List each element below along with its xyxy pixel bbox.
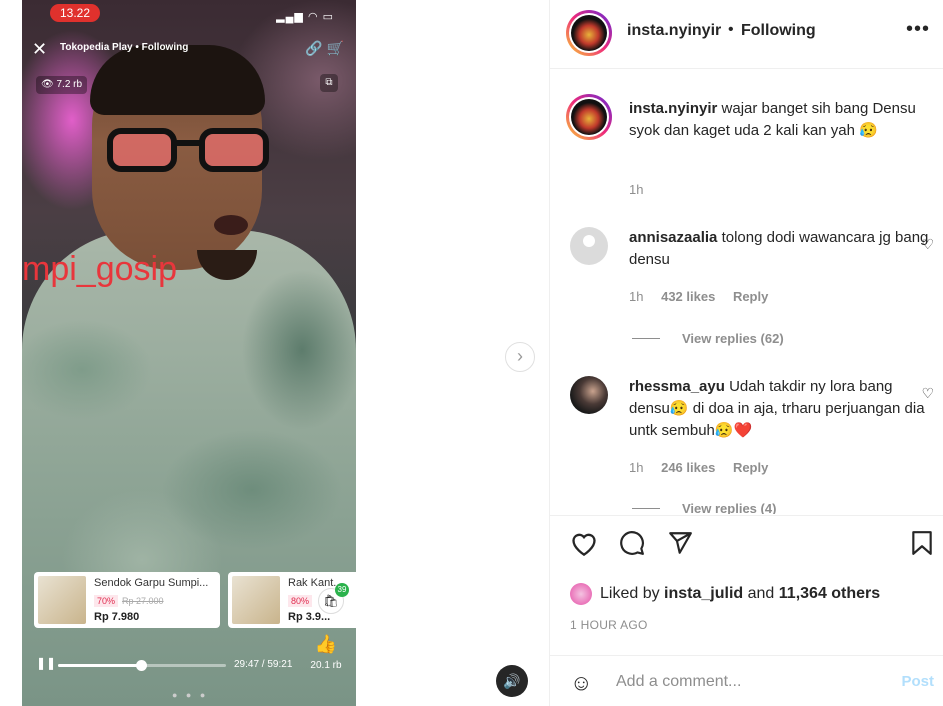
link-cart-icon[interactable]: 🔗 🛒 bbox=[305, 40, 344, 57]
view-replies-button[interactable]: View replies (62) bbox=[632, 331, 784, 346]
comment-text: annisazaalia tolong dodi wawancara jg ba… bbox=[629, 227, 929, 271]
caption-username[interactable]: insta.nyinyir bbox=[629, 100, 717, 117]
avatar[interactable] bbox=[570, 582, 592, 605]
avatar[interactable] bbox=[566, 94, 612, 140]
add-comment-bar: ☺ Post bbox=[550, 655, 943, 706]
caption-text: insta.nyinyir wajar banget sih bang Dens… bbox=[629, 98, 929, 142]
product-discount: 80% bbox=[288, 595, 313, 607]
comment-time: 1h bbox=[629, 460, 644, 475]
progress-fill bbox=[58, 664, 144, 667]
video-player-controls: ❚❚ 29:47 / 59:21 bbox=[34, 656, 354, 674]
header-username[interactable]: insta.nyinyir bbox=[627, 22, 721, 40]
media-panel: 13.22 ▂▄▆ ◠ ▭ ✕ Tokopedia Play • Followi… bbox=[0, 0, 549, 706]
product-price: Rp 7.980 bbox=[94, 611, 140, 623]
product-name: Sendok Garpu Sumpi... bbox=[94, 577, 209, 589]
caption-time: 1h bbox=[629, 182, 644, 197]
product-price: Rp 3.9... bbox=[288, 611, 331, 623]
comment-meta: 1h 432 likes Reply bbox=[629, 289, 782, 304]
avatar[interactable] bbox=[566, 10, 612, 56]
liked-middle: and bbox=[747, 585, 775, 602]
action-bar bbox=[550, 515, 943, 575]
comment-time: 1h bbox=[629, 289, 644, 304]
watermark-text: mpi_gosip bbox=[22, 250, 177, 288]
video-frame[interactable]: 13.22 ▂▄▆ ◠ ▭ ✕ Tokopedia Play • Followi… bbox=[22, 0, 356, 706]
video-time: 29:47 / 59:21 bbox=[234, 659, 293, 670]
reply-button[interactable]: Reply bbox=[733, 289, 768, 304]
reply-button[interactable]: Reply bbox=[733, 460, 768, 475]
comment-likes[interactable]: 432 likes bbox=[661, 289, 715, 304]
avatar[interactable] bbox=[570, 227, 608, 265]
product-thumbnail bbox=[232, 576, 280, 624]
comment-icon[interactable] bbox=[618, 530, 646, 556]
signal-wifi-battery-icon: ▂▄▆ ◠ ▭ bbox=[276, 11, 334, 23]
post-time: 1 HOUR AGO bbox=[570, 618, 648, 632]
cart-count: 39 bbox=[335, 583, 349, 597]
heart-icon[interactable]: ♡ bbox=[921, 385, 934, 402]
liked-others[interactable]: 11,364 others bbox=[779, 585, 880, 602]
next-arrow-icon[interactable]: › bbox=[505, 342, 535, 372]
cart-icon[interactable]: 🛍 39 bbox=[318, 583, 349, 614]
share-icon[interactable] bbox=[666, 530, 694, 556]
thumbs-up-icon: 👍 bbox=[314, 634, 338, 654]
carousel-dots: ● ● ● bbox=[172, 690, 209, 700]
video-subject-mouth bbox=[214, 215, 248, 235]
comment-likes[interactable]: 246 likes bbox=[661, 460, 715, 475]
liked-by: Liked by insta_julid and 11,364 others bbox=[570, 582, 880, 606]
view-replies-button[interactable]: View replies (4) bbox=[631, 501, 776, 514]
pause-icon[interactable]: ❚❚ bbox=[36, 656, 56, 670]
tokopedia-play-bar: ✕ Tokopedia Play • Following 🔗 🛒 bbox=[22, 38, 356, 60]
post-button[interactable]: Post bbox=[901, 673, 934, 690]
audio-icon[interactable]: 🔊 bbox=[496, 665, 528, 697]
following-button[interactable]: Following bbox=[741, 22, 816, 40]
progress-knob[interactable] bbox=[136, 660, 147, 671]
tokopedia-play-title: Tokopedia Play • Following bbox=[60, 42, 189, 53]
avatar[interactable] bbox=[570, 376, 608, 414]
like-heart-icon[interactable] bbox=[570, 530, 598, 556]
phone-status-bar: 13.22 ▂▄▆ ◠ ▭ bbox=[22, 0, 356, 30]
pip-icon[interactable]: ⧉ bbox=[320, 74, 338, 92]
liked-user[interactable]: insta_julid bbox=[664, 585, 743, 602]
post-sidebar: insta.nyinyir • Following ••• insta.nyin… bbox=[549, 0, 943, 706]
comment-input[interactable] bbox=[616, 670, 876, 694]
video-subject-glasses bbox=[107, 128, 287, 172]
product-original-price: Rp 27.000 bbox=[122, 596, 164, 606]
comments-list[interactable]: insta.nyinyir wajar banget sih bang Dens… bbox=[550, 70, 943, 514]
heart-icon[interactable]: ♡ bbox=[921, 236, 934, 253]
more-options-icon[interactable]: ••• bbox=[906, 18, 930, 41]
post-header: insta.nyinyir • Following ••• bbox=[550, 0, 943, 69]
instagram-post-view: 13.22 ▂▄▆ ◠ ▭ ✕ Tokopedia Play • Followi… bbox=[0, 0, 943, 706]
header-separator: • bbox=[728, 21, 734, 38]
status-time: 13.22 bbox=[50, 4, 100, 22]
liked-prefix: Liked by bbox=[600, 585, 660, 602]
comment-username[interactable]: rhessma_ayu bbox=[629, 378, 725, 395]
product-discount: 70% bbox=[94, 595, 119, 607]
comment-username[interactable]: annisazaalia bbox=[629, 229, 717, 246]
product-thumbnail bbox=[38, 576, 86, 624]
emoji-icon[interactable]: ☺ bbox=[570, 670, 592, 696]
bookmark-icon[interactable] bbox=[910, 530, 934, 556]
product-card[interactable]: Sendok Garpu Sumpi... 70% Rp 27.000 Rp 7… bbox=[34, 572, 220, 628]
comment-text: rhessma_ayu Udah takdir ny lora bang den… bbox=[629, 376, 929, 442]
view-count: 👁 7.2 rb bbox=[36, 76, 88, 94]
close-icon[interactable]: ✕ bbox=[32, 38, 47, 60]
comment-meta: 1h 246 likes Reply bbox=[629, 460, 782, 475]
